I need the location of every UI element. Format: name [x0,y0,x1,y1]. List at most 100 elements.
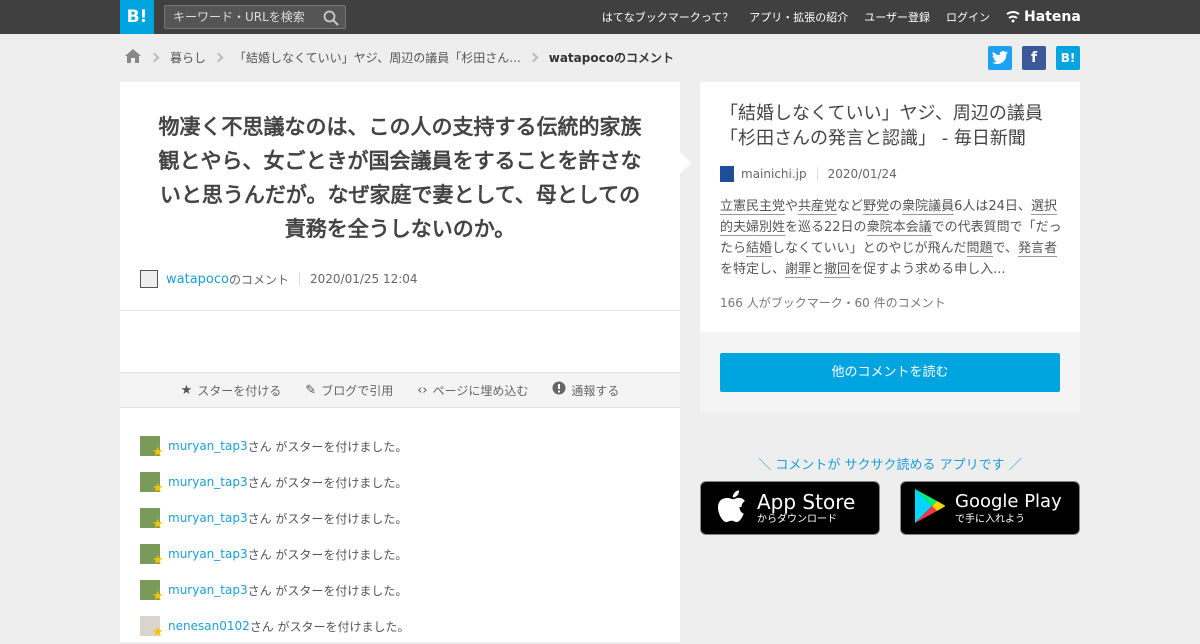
star-text: さん がスターを付けました。 [247,547,408,562]
avatar[interactable]: ★ [140,436,164,459]
twitter-share-button[interactable] [988,46,1012,70]
report-label: 通報する [571,383,620,398]
avatar[interactable]: ★ [140,508,164,531]
keyword-link[interactable]: 問題 [966,241,993,257]
app-store-subtitle: からダウンロード [757,513,837,525]
entry-footer: 他のコメントを読む [700,332,1080,412]
hatena-logo[interactable]: Hatena [1006,0,1081,34]
comment-user-link[interactable]: watapoco [166,272,229,287]
star-user-link[interactable]: nenesan0102 [168,619,250,633]
report-button[interactable]: 通報する [552,381,619,399]
nav-signup[interactable]: ユーザー登録 [864,9,930,25]
embed-button[interactable]: ‹› ページに埋め込む [417,382,528,399]
star-list: ★ muryan_tap3 さん がスターを付けました。 ★ muryan_ta… [140,428,410,644]
list-item: ★ muryan_tap3 さん がスターを付けました。 [140,536,410,572]
star-icon: ★ [152,445,164,460]
description-text: 6人は24日、 [954,199,1031,214]
star-user-link[interactable]: muryan_tap3 [168,475,248,489]
nav-login[interactable]: ログイン [946,9,990,25]
keyword-link[interactable]: 謝罪 [785,262,812,278]
favicon-icon [720,166,734,182]
star-text: さん がスターを付けました。 [247,439,408,454]
star-icon: ★ [152,553,164,568]
star-user-link[interactable]: muryan_tap3 [168,547,248,561]
entry-description: 立憲民主党や共産党など野党の衆院議員6人は24日、選択的夫婦別姓を巡る22日の衆… [720,196,1062,280]
hatena-mark-icon [1006,11,1020,23]
keyword-link[interactable]: 立憲民主党 [720,199,786,215]
hatebu-share-button[interactable]: B! [1056,46,1080,70]
google-play-subtitle: で手に入れよう [955,513,1025,525]
star-icon: ★ [152,625,164,640]
card-pointer [680,152,691,174]
google-play-icon [913,488,947,528]
home-icon[interactable] [124,48,142,67]
list-item: ★ muryan_tap3 さん がスターを付けました。 [140,572,410,608]
star-user-link[interactable]: muryan_tap3 [168,511,248,525]
star-text: さん がスターを付けました。 [247,511,408,526]
google-play-button[interactable]: Google Play で手に入れよう [900,481,1080,535]
avatar[interactable]: ★ [140,544,164,567]
search-input[interactable] [165,6,315,28]
hatena-logo-text: Hatena [1024,9,1081,25]
blog-quote-button[interactable]: ✎ ブログで引用 [305,382,393,399]
keyword-link[interactable]: 共産党 [798,199,838,215]
list-item: ★ muryan_tap3 さん がスターを付けました。 [140,500,410,536]
read-more-comments-button[interactable]: 他のコメントを読む [720,353,1060,392]
top-nav: はてなブックマークって？ アプリ・拡張の紹介 ユーザー登録 ログイン [586,0,990,34]
comment-suffix: のコメント [228,272,289,287]
avatar[interactable]: ★ [140,580,164,603]
embed-label: ページに埋め込む [432,383,529,398]
list-item: ★ nenesan0102 さん がスターを付けました。 [140,608,410,644]
twitter-icon [992,51,1008,65]
search-box [164,5,346,29]
divider [298,272,300,286]
star-icon: ★ [152,589,164,604]
keyword-link[interactable]: 衆院議員 [902,199,955,215]
keyword-link[interactable]: 撤回 [824,262,851,278]
comment-actions: ★ スターを付ける ✎ ブログで引用 ‹› ページに埋め込む 通報する [120,372,680,408]
breadcrumb-current: watapocoのコメント [548,50,674,65]
add-star-button[interactable]: ★ スターを付ける [181,382,282,399]
avatar[interactable] [140,270,158,288]
keyword-link[interactable]: 結婚 [746,241,773,257]
exclamation-icon [552,381,566,399]
comment-card: 物凄く不思議なのは、この人の支持する伝統的家族観とやら、女ごときが国会議員をする… [120,82,680,642]
star-user-link[interactable]: muryan_tap3 [168,439,248,453]
description-text: や [785,199,799,214]
list-item: ★ muryan_tap3 さん がスターを付けました。 [140,428,410,464]
chevron-right-icon [149,52,160,62]
description-text: と [811,262,825,277]
description-text: しなくていい」とのやじが飛んだ [772,241,967,256]
comment-text: 物凄く不思議なのは、この人の支持する伝統的家族観とやら、女ごときが国会議員をする… [158,115,642,241]
app-promo-tagline: ＼ コメントが サクサク読める アプリです ／ [758,458,1022,473]
comment-date: 2020/01/25 12:04 [309,272,418,286]
bookmark-count[interactable]: 166 人がブックマーク・60 件のコメント [720,294,946,311]
entry-date: 2020/01/24 [827,167,897,181]
list-item: ★ muryan_tap3 さん がスターを付けました。 [140,464,410,500]
description-text: など [837,199,864,214]
nav-apps[interactable]: アプリ・拡張の紹介 [749,9,848,25]
star-icon: ★ [180,382,193,398]
star-user-link[interactable]: muryan_tap3 [168,583,248,597]
keyword-link[interactable]: 野党 [863,199,890,215]
description-text: を巡る22日の [785,220,867,235]
entry-title-link[interactable]: 「結婚しなくていい」ヤジ、周辺の議員「杉田さんの発言と認識」 - 毎日新聞 [720,101,1065,151]
facebook-share-button[interactable]: f [1022,46,1046,70]
chevron-right-icon [213,52,224,62]
top-bar: B! はてなブックマークって？ アプリ・拡張の紹介 ユーザー登録 ログイン Ha… [0,0,1200,34]
description-text: を特定し、 [720,262,786,277]
keyword-link[interactable]: 衆院本会議 [866,220,932,236]
breadcrumb-category[interactable]: 暮らし [170,49,206,66]
description-text: で、 [992,241,1019,256]
breadcrumb-article[interactable]: 「結婚しなくていい」ヤジ、周辺の議員「杉田さん... [234,49,521,66]
avatar[interactable]: ★ [140,616,164,639]
avatar[interactable]: ★ [140,472,164,495]
nav-about[interactable]: はてなブックマークって？ [602,9,733,25]
star-text: さん がスターを付けました。 [247,583,408,598]
keyword-link[interactable]: 発言者 [1018,241,1058,257]
app-store-button[interactable]: App Store からダウンロード [700,481,880,535]
hatebu-logo[interactable]: B! [120,0,154,34]
entry-domain-link[interactable]: mainichi.jp [741,167,807,181]
search-icon[interactable] [323,10,339,26]
pencil-icon: ✎ [305,382,317,398]
